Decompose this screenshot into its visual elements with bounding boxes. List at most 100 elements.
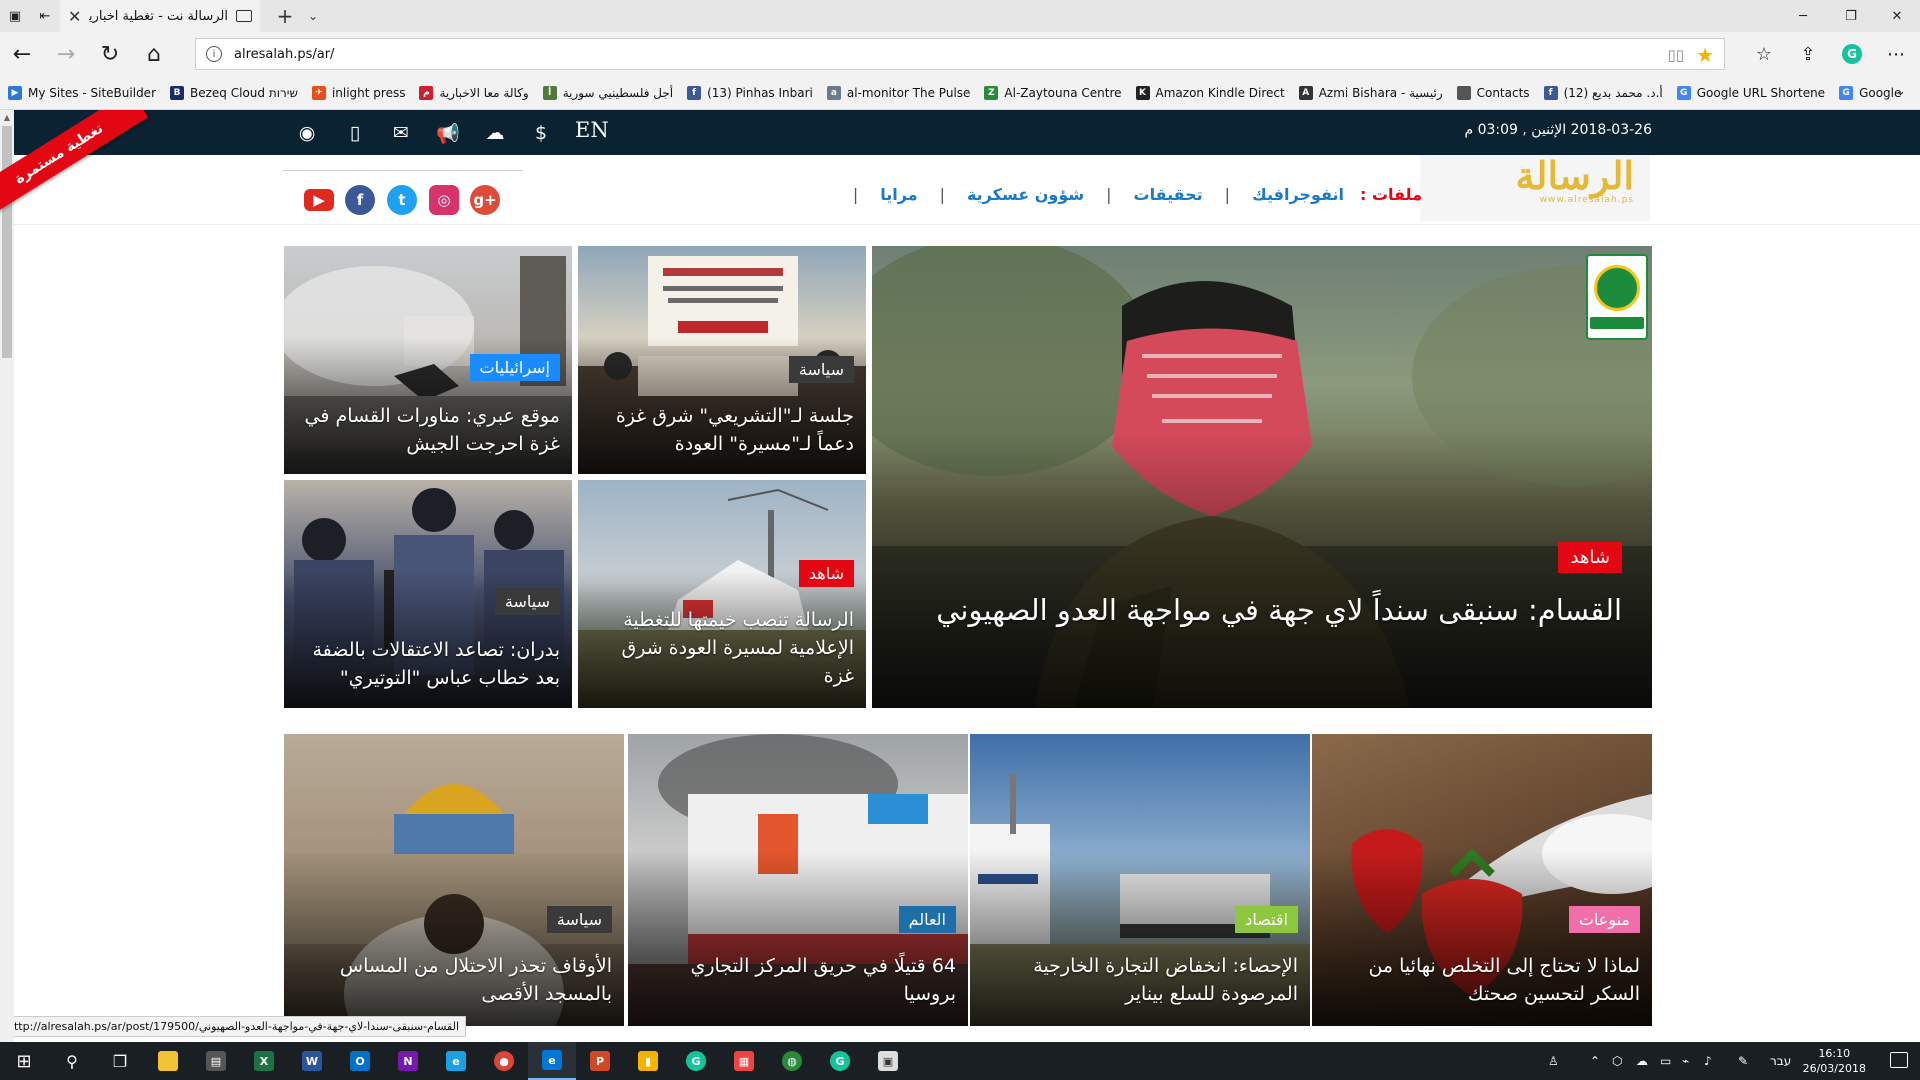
menu-item-infographic[interactable]: انفوجرافيك bbox=[1252, 185, 1344, 204]
tab-close-icon[interactable]: ✕ bbox=[68, 7, 81, 26]
network-icon[interactable]: ⌁ bbox=[1682, 1042, 1689, 1080]
restore-button[interactable]: ❐ bbox=[1828, 0, 1874, 32]
set-aside-tabs-icon[interactable]: ⇤ bbox=[30, 0, 60, 32]
tray-chevron-icon[interactable]: ⌃ bbox=[1590, 1042, 1600, 1080]
favorite-link[interactable]: G Google bbox=[1839, 85, 1901, 100]
headline[interactable]: بدران: تصاعد الاعتقالات بالضفة بعد خطاب … bbox=[298, 636, 560, 692]
minimize-button[interactable]: ─ bbox=[1780, 0, 1826, 32]
outlook-icon[interactable]: O bbox=[336, 1042, 384, 1080]
favorite-link[interactable]: ▶ My Sites - SiteBuilder bbox=[8, 85, 156, 100]
category-tag[interactable]: شاهد bbox=[798, 560, 854, 587]
address-bar[interactable]: i alresalah.ps/ar/ ▯▯ ★ bbox=[195, 38, 1725, 70]
favorite-link[interactable]: a al-monitor The Pulse bbox=[826, 85, 970, 100]
menu-item-maraya[interactable]: مرايا bbox=[880, 185, 917, 204]
news-card[interactable]: اقتصاد الإحصاء: انخفاض التجارة الخارجية … bbox=[970, 734, 1310, 1026]
search-icon[interactable]: ⚲ bbox=[48, 1042, 96, 1080]
store-icon[interactable]: ▤ bbox=[192, 1042, 240, 1080]
favorite-link[interactable]: f (13) Pinhas Inbari bbox=[687, 85, 813, 100]
onenote-icon[interactable]: N bbox=[384, 1042, 432, 1080]
youtube-icon[interactable]: ▶ bbox=[304, 189, 334, 211]
app-icon[interactable]: ▮ bbox=[624, 1042, 672, 1080]
headline[interactable]: القسام: سنبقى سنداً لاي جهة في مواجهة ال… bbox=[912, 592, 1622, 628]
favorite-link[interactable]: K Amazon Kindle Direct bbox=[1135, 85, 1285, 100]
headline[interactable]: الرسالة تنصب خيمتها للتغطية الإعلامية لم… bbox=[592, 606, 854, 690]
favorites-hub-icon[interactable]: ☆ bbox=[1748, 38, 1780, 70]
twitter-icon[interactable]: t bbox=[387, 185, 417, 215]
google-plus-icon[interactable]: g+ bbox=[470, 185, 500, 215]
close-window-button[interactable]: ✕ bbox=[1874, 0, 1920, 32]
share-icon[interactable]: ⇪ bbox=[1792, 38, 1824, 70]
tab-list-chevron-icon[interactable]: ⌄ bbox=[300, 0, 326, 32]
new-tab-button[interactable]: + bbox=[272, 0, 298, 32]
headline[interactable]: لماذا لا تحتاج إلى التخلص نهائيا من السك… bbox=[1326, 952, 1640, 1008]
url-text[interactable]: alresalah.ps/ar/ bbox=[234, 47, 334, 62]
news-card[interactable]: منوعات لماذا لا تحتاج إلى التخلص نهائيا … bbox=[1312, 734, 1652, 1026]
reading-view-icon[interactable]: ▯▯ bbox=[1667, 46, 1684, 64]
english-language-link[interactable]: EN bbox=[575, 118, 609, 142]
favorite-link[interactable]: G Google URL Shortene bbox=[1676, 85, 1825, 100]
weather-cloud-icon[interactable]: ☁ bbox=[480, 118, 510, 148]
edge-icon[interactable]: e bbox=[528, 1042, 576, 1080]
headline[interactable]: 64 قتيلًا في حريق المركز التجاري بروسيا bbox=[642, 952, 956, 1008]
news-card[interactable]: العالم 64 قتيلًا في حريق المركز التجاري … bbox=[628, 734, 968, 1026]
favorite-link[interactable]: ✈ inlight press bbox=[311, 85, 405, 100]
input-language[interactable]: עבר bbox=[1770, 1042, 1791, 1080]
email-icon[interactable]: ✉ bbox=[386, 118, 416, 148]
menu-item-investigations[interactable]: تحقيقات bbox=[1133, 185, 1202, 204]
news-card[interactable]: إسرائيليات موقع عبري: مناورات القسام في … bbox=[284, 246, 572, 474]
favorite-link[interactable]: أ أجل فلسطينيي سورية bbox=[542, 85, 673, 100]
favorites-more-chevron-icon[interactable]: ⌄ bbox=[1895, 84, 1906, 99]
forward-arrow-icon[interactable]: → bbox=[50, 38, 82, 70]
category-tag[interactable]: العالم bbox=[898, 906, 956, 933]
category-tag[interactable]: سياسة bbox=[788, 356, 854, 383]
headline[interactable]: جلسة لـ"التشريعي" شرق غزة دعماً لـ"مسيرة… bbox=[592, 402, 854, 458]
main-featured-card[interactable]: شاهد القسام: سنبقى سنداً لاي جهة في مواج… bbox=[872, 246, 1652, 708]
dropbox-icon[interactable]: ⬡ bbox=[1612, 1042, 1622, 1080]
facebook-icon[interactable]: f bbox=[345, 185, 375, 215]
back-arrow-icon[interactable]: ← bbox=[6, 38, 38, 70]
onedrive-icon[interactable]: ☁ bbox=[1636, 1042, 1648, 1080]
start-button-icon[interactable]: ⊞ bbox=[0, 1042, 48, 1080]
tab-actions-icon[interactable]: ▣ bbox=[0, 0, 30, 32]
instagram-icon[interactable]: ◎ bbox=[429, 185, 459, 215]
excel-icon[interactable]: X bbox=[240, 1042, 288, 1080]
tab-active[interactable]: الرسالة نت - تغطية اخبارية ✕ bbox=[60, 0, 260, 32]
grid-app-icon[interactable]: ▦ bbox=[720, 1042, 768, 1080]
site-logo[interactable]: الرسالة www.alresalah.ps bbox=[1420, 155, 1650, 221]
task-view-icon[interactable]: ❐ bbox=[96, 1042, 144, 1080]
misc-app-icon[interactable]: ▣ bbox=[864, 1042, 912, 1080]
news-card[interactable]: سياسة الأوقاف تحذر الاحتلال من المساس با… bbox=[284, 734, 624, 1026]
internet-explorer-icon[interactable]: e bbox=[432, 1042, 480, 1080]
scrollbar-thumb[interactable] bbox=[2, 126, 12, 358]
headline[interactable]: الأوقاف تحذر الاحتلال من المساس بالمسجد … bbox=[298, 952, 612, 1008]
favorite-star-icon[interactable]: ★ bbox=[1696, 43, 1714, 67]
pen-icon[interactable]: ✎ bbox=[1738, 1042, 1748, 1080]
volume-icon[interactable]: ♪ bbox=[1704, 1042, 1712, 1080]
favorite-link[interactable]: Z Al-Zaytouna Centre bbox=[984, 85, 1122, 100]
category-tag[interactable]: سياسة bbox=[546, 906, 612, 933]
chrome-icon[interactable]: ● bbox=[480, 1042, 528, 1080]
scroll-up-arrow-icon[interactable]: ▲ bbox=[0, 110, 14, 124]
favorite-link[interactable]: B Bezeq Cloud שירות bbox=[170, 85, 298, 100]
powerpoint-icon[interactable]: P bbox=[576, 1042, 624, 1080]
mobile-icon[interactable]: ▯ bbox=[340, 118, 370, 148]
search-box-edge[interactable] bbox=[283, 170, 523, 171]
category-tag[interactable]: شاهد bbox=[1558, 542, 1622, 573]
favorite-link[interactable]: f (12) أ.د. محمد بديع bbox=[1543, 85, 1663, 100]
system-clock[interactable]: 16:10 26/03/2018 bbox=[1803, 1046, 1866, 1076]
grammarly-desktop-icon[interactable]: G bbox=[816, 1042, 864, 1080]
refresh-icon[interactable]: ↻ bbox=[94, 38, 126, 70]
megaphone-icon[interactable]: 📢 bbox=[433, 118, 463, 148]
site-info-icon[interactable]: i bbox=[206, 46, 222, 62]
globe-app-icon[interactable]: ◍ bbox=[768, 1042, 816, 1080]
people-icon[interactable]: ♙ bbox=[1548, 1042, 1559, 1080]
favorite-link[interactable]: م وكالة معا الاخبارية bbox=[419, 85, 529, 100]
battery-icon[interactable]: ▭ bbox=[1660, 1042, 1671, 1080]
category-tag[interactable]: إسرائيليات bbox=[469, 354, 560, 381]
headline[interactable]: موقع عبري: مناورات القسام في غزة احرجت ا… bbox=[298, 402, 561, 458]
news-card[interactable]: شاهد الرسالة تنصب خيمتها للتغطية الإعلام… bbox=[578, 480, 866, 708]
favorite-link[interactable]: Contacts bbox=[1456, 85, 1530, 100]
grammarly-extension-icon[interactable]: G bbox=[1836, 38, 1868, 70]
action-center-icon[interactable] bbox=[1890, 1052, 1908, 1068]
category-tag[interactable]: اقتصاد bbox=[1235, 906, 1298, 933]
